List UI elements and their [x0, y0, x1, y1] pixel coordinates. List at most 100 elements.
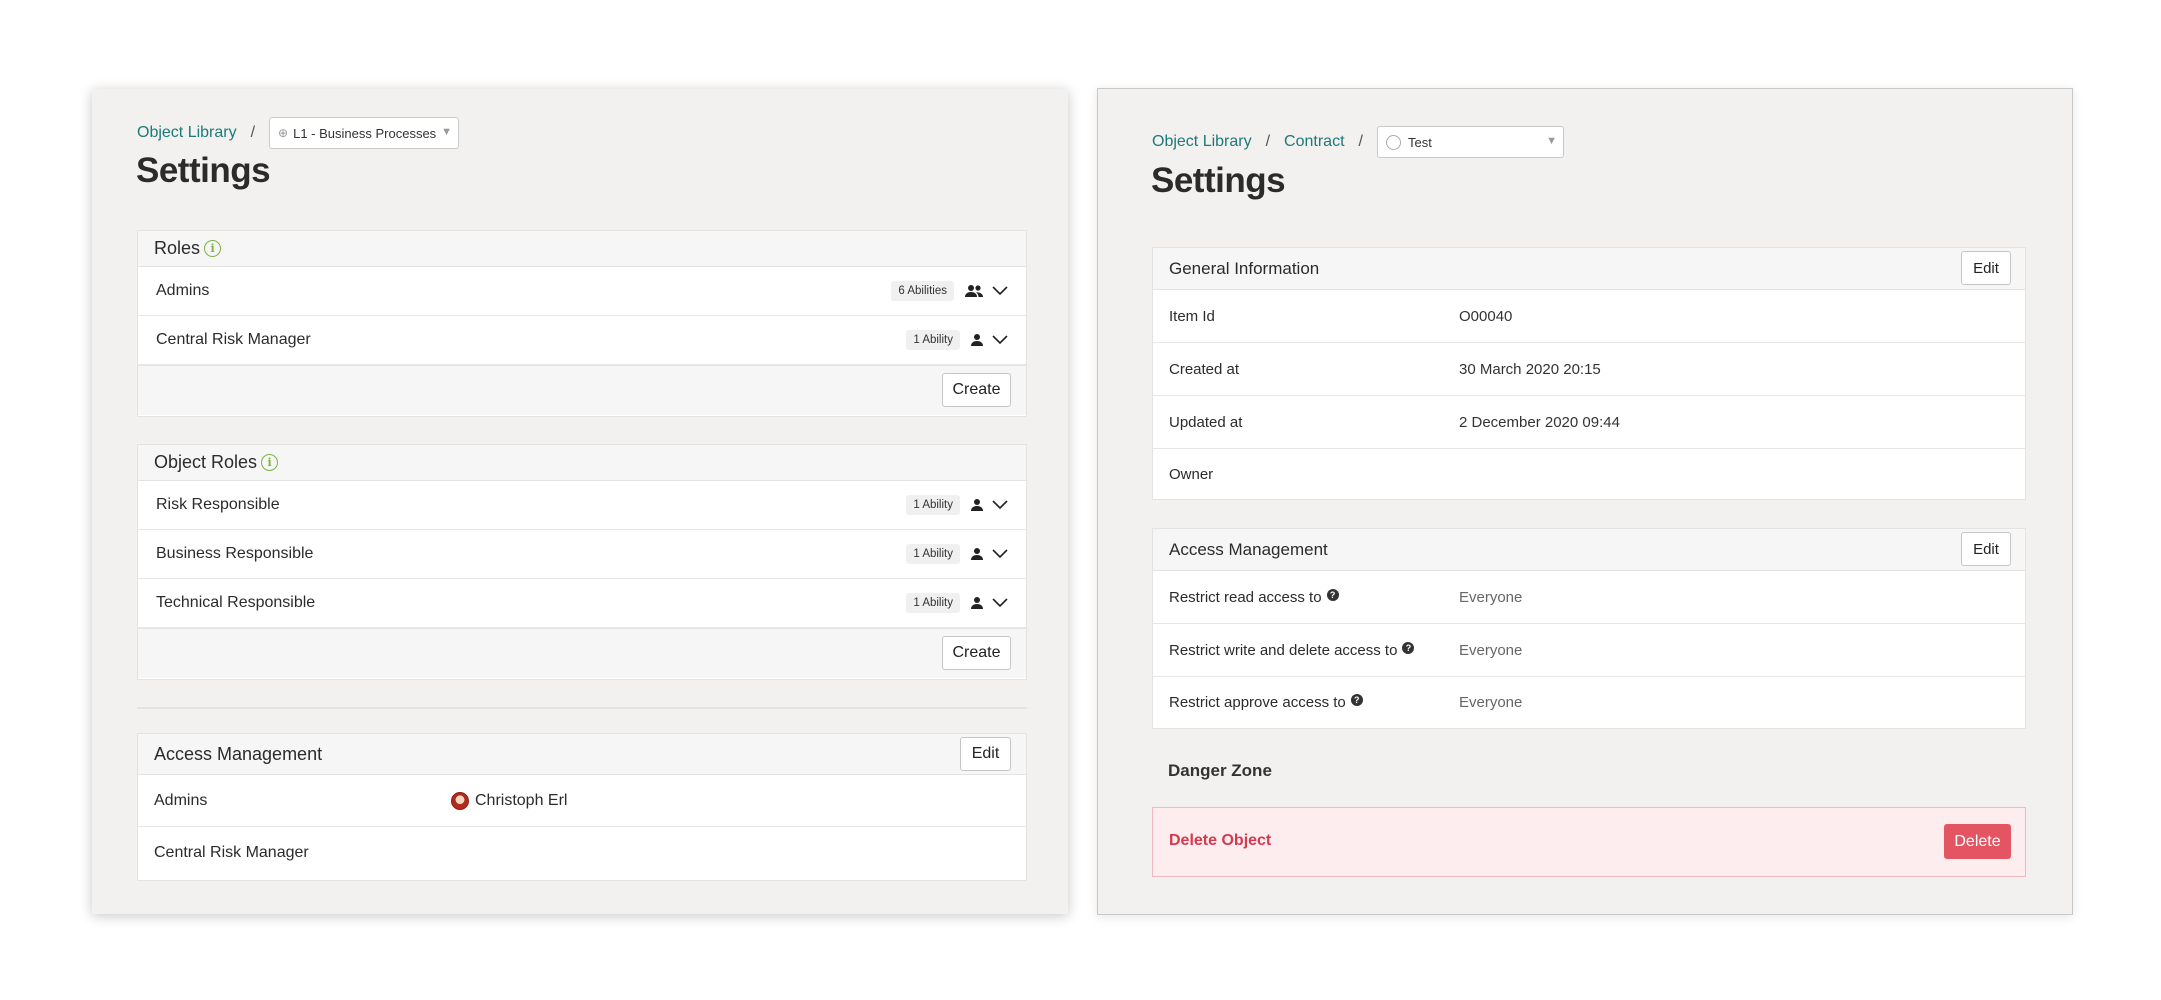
object-roles-card-footer: Create [138, 628, 1026, 678]
chevron-down-icon[interactable] [992, 286, 1008, 296]
access-row-central-risk-manager: Central Risk Manager [138, 827, 1026, 879]
access-role-name: Central Risk Manager [154, 844, 309, 861]
access-row-read: Restrict read access to? Everyone [1153, 571, 2025, 624]
access-label-wrap: Restrict approve access to? [1169, 693, 1363, 711]
breadcrumb-object-library-link[interactable]: Object Library [137, 124, 237, 142]
object-roles-card-header: Object Roles i [138, 445, 1026, 481]
chevron-down-icon[interactable] [992, 549, 1008, 559]
circle-icon [1385, 134, 1401, 150]
breadcrumb-separator: / [250, 124, 256, 141]
object-role-row-business-responsible[interactable]: Business Responsible 1 Ability [138, 530, 1026, 579]
edit-access-button[interactable]: Edit [960, 737, 1011, 771]
target-icon: ⊕ [278, 126, 289, 140]
create-role-button[interactable]: Create [942, 373, 1011, 407]
access-value[interactable]: Everyone [1459, 694, 1522, 711]
chevron-down-icon[interactable] [992, 598, 1008, 608]
access-value[interactable]: Everyone [1459, 642, 1522, 659]
person-icon [971, 548, 983, 560]
access-role-name: Admins [154, 791, 208, 809]
delete-button[interactable]: Delete [1944, 824, 2011, 859]
access-row-approve: Restrict approve access to? Everyone [1153, 677, 2025, 727]
edit-access-button[interactable]: Edit [1961, 532, 2011, 566]
caret-down-icon: ▼ [1546, 135, 1557, 147]
breadcrumb: Object Library / Contract / Test ▼ [1152, 126, 1564, 158]
access-label: Restrict approve access to [1169, 693, 1346, 711]
danger-zone-title: Danger Zone [1168, 761, 1272, 780]
role-name: Central Risk Manager [156, 331, 311, 348]
abilities-badge: 1 Ability [906, 330, 960, 350]
access-management-header: Access Management Edit [1153, 529, 2025, 571]
abilities-badge: 1 Ability [906, 495, 960, 515]
help-icon[interactable]: ? [1402, 641, 1415, 654]
access-management-heading: Access Management [154, 743, 323, 764]
access-label-wrap: Restrict read access to? [1169, 588, 1339, 606]
role-row-admins[interactable]: Admins 6 Abilities [138, 267, 1026, 316]
left-settings-panel: Object Library / ⊕ L1 - Business Process… [92, 89, 1068, 914]
info-row-updated-at: Updated at 2 December 2020 09:44 [1153, 396, 2025, 449]
roles-heading: Roles [154, 238, 201, 258]
help-icon[interactable]: ? [1350, 693, 1363, 706]
info-value: 30 March 2020 20:15 [1459, 360, 1601, 378]
object-select-value: Test [1407, 134, 1432, 150]
create-object-role-button[interactable]: Create [942, 636, 1011, 670]
info-icon[interactable]: i [204, 240, 222, 257]
info-row-created-at: Created at 30 March 2020 20:15 [1153, 343, 2025, 396]
general-information-card: General Information Edit Item Id O00040 … [1152, 247, 2026, 500]
object-type-select[interactable]: ⊕ L1 - Business Processes ▼ [269, 117, 460, 149]
general-information-heading: General Information [1169, 258, 1320, 278]
access-management-card: Access Management Edit Restrict read acc… [1152, 528, 2026, 729]
breadcrumb-object-library-link[interactable]: Object Library [1152, 133, 1252, 151]
right-settings-panel: Object Library / Contract / Test ▼ Setti… [1097, 88, 2073, 915]
object-role-name: Technical Responsible [156, 594, 316, 611]
role-row-central-risk-manager[interactable]: Central Risk Manager 1 Ability [138, 316, 1026, 365]
info-row-item-id: Item Id O00040 [1153, 290, 2025, 343]
access-row-write-delete: Restrict write and delete access to? Eve… [1153, 624, 2025, 677]
page-title: Settings [1151, 161, 1286, 200]
roles-card-header: Roles i [138, 231, 1026, 267]
access-label: Restrict read access to [1169, 588, 1322, 606]
object-roles-heading: Object Roles [154, 452, 258, 472]
role-name: Admins [156, 282, 210, 299]
object-role-name: Business Responsible [156, 545, 314, 562]
abilities-badge: 1 Ability [906, 544, 960, 564]
object-role-row-technical-responsible[interactable]: Technical Responsible 1 Ability [138, 579, 1026, 628]
access-management-card-header: Access Management Edit [138, 734, 1026, 775]
danger-zone-box: Delete Object Delete [1152, 807, 2026, 877]
person-icon [971, 597, 983, 609]
info-icon[interactable]: i [261, 454, 279, 471]
object-role-row-risk-responsible[interactable]: Risk Responsible 1 Ability [138, 481, 1026, 530]
access-label: Restrict write and delete access to [1169, 641, 1398, 659]
caret-down-icon: ▼ [441, 126, 453, 138]
access-member[interactable]: Christoph Erl [451, 791, 568, 810]
edit-general-information-button[interactable]: Edit [1961, 251, 2011, 285]
chevron-down-icon[interactable] [992, 500, 1008, 510]
info-value: 2 December 2020 09:44 [1459, 413, 1620, 431]
breadcrumb-separator: / [1265, 133, 1271, 150]
breadcrumb-contract-link[interactable]: Contract [1284, 133, 1344, 151]
object-select[interactable]: Test ▼ [1376, 126, 1564, 158]
chevron-down-icon[interactable] [992, 335, 1008, 345]
object-roles-card: Object Roles i Risk Responsible 1 Abilit… [137, 444, 1027, 680]
avatar [451, 791, 469, 810]
object-type-select-value: L1 - Business Processes [293, 125, 437, 141]
page-title: Settings [136, 151, 271, 190]
object-role-name: Risk Responsible [156, 496, 280, 513]
access-row-admins: Admins Christoph Erl [138, 775, 1026, 827]
people-icon [965, 285, 983, 297]
general-information-header: General Information Edit [1153, 248, 2025, 290]
roles-card: Roles i Admins 6 Abilities Central Risk … [137, 230, 1027, 417]
info-label: Created at [1169, 360, 1240, 378]
breadcrumb: Object Library / ⊕ L1 - Business Process… [137, 117, 460, 149]
info-value: O00040 [1459, 307, 1513, 325]
help-icon[interactable]: ? [1326, 588, 1339, 601]
access-member-name: Christoph Erl [475, 791, 568, 809]
person-icon [971, 499, 983, 511]
access-management-heading: Access Management [1169, 539, 1328, 559]
section-divider [137, 707, 1027, 709]
breadcrumb-separator: / [1358, 133, 1363, 150]
access-value[interactable]: Everyone [1459, 589, 1522, 606]
info-row-owner: Owner [1153, 449, 2025, 499]
abilities-badge: 1 Ability [906, 593, 960, 613]
delete-object-label: Delete Object [1169, 832, 1272, 849]
access-management-card: Access Management Edit Admins Christoph … [137, 733, 1027, 881]
